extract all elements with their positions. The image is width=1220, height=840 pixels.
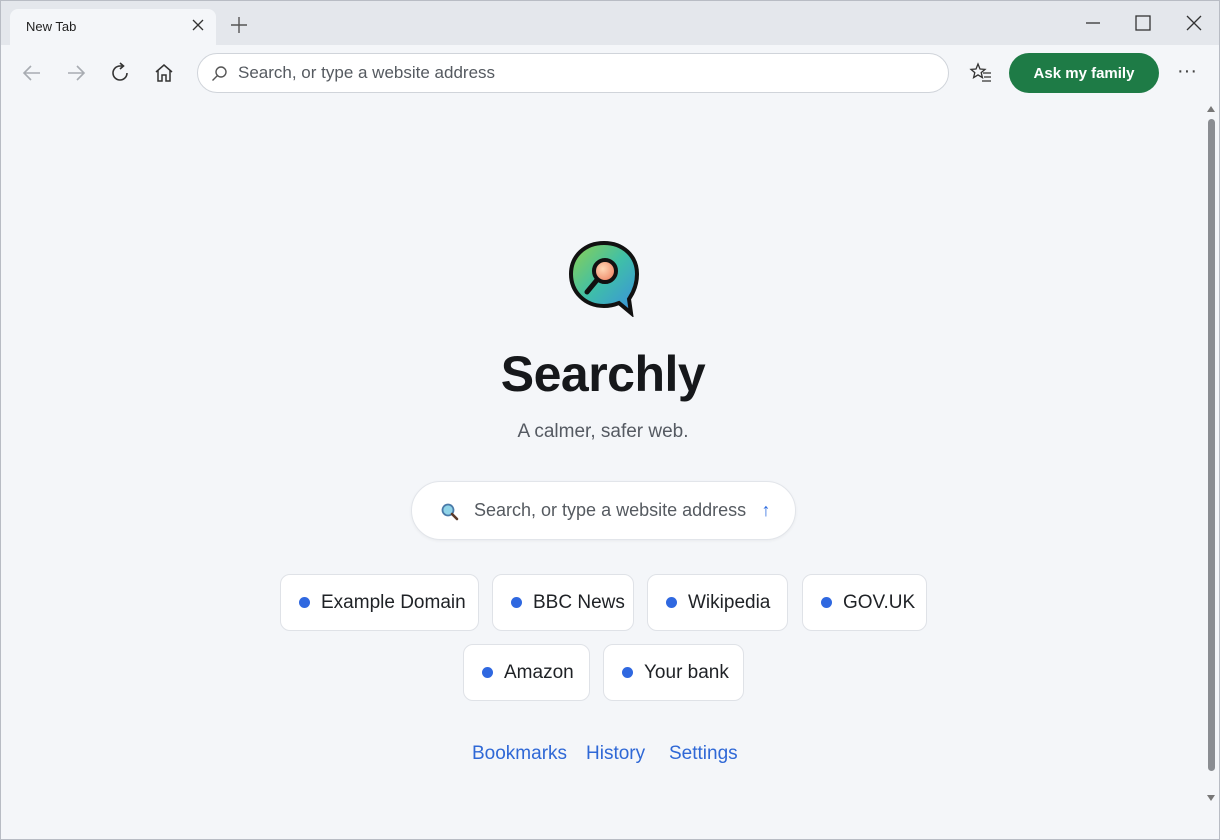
- search-input[interactable]: [474, 482, 756, 539]
- brand-title: Searchly: [500, 346, 706, 402]
- bookmarks-link[interactable]: Bookmarks: [472, 743, 567, 765]
- maximize-icon[interactable]: [1133, 13, 1153, 33]
- shortcut-bbc-news[interactable]: BBC News: [492, 574, 634, 631]
- vertical-scrollbar[interactable]: [1203, 101, 1219, 839]
- reload-icon[interactable]: [108, 61, 132, 85]
- shortcut-label: BBC News: [533, 591, 625, 613]
- settings-link[interactable]: Settings: [669, 743, 738, 765]
- search-submit-button[interactable]: ↑: [758, 499, 774, 521]
- shortcut-amazon[interactable]: Amazon: [463, 644, 590, 701]
- dot-icon: [511, 597, 522, 608]
- scroll-up-icon[interactable]: [1207, 105, 1215, 113]
- shortcut-gov-uk[interactable]: GOV.UK: [802, 574, 927, 631]
- dot-icon: [482, 667, 493, 678]
- tab-strip: New Tab: [1, 1, 1219, 45]
- minimize-icon[interactable]: [1083, 13, 1103, 33]
- scrollbar-thumb[interactable]: [1208, 119, 1215, 771]
- shortcut-your-bank[interactable]: Your bank: [603, 644, 744, 701]
- search-icon: [212, 66, 227, 81]
- shortcut-label: Your bank: [644, 661, 729, 683]
- address-bar[interactable]: [197, 53, 949, 93]
- arrow-left-icon[interactable]: [20, 61, 44, 85]
- toolbar: Ask my family ···: [1, 45, 1219, 101]
- shortcut-label: Wikipedia: [688, 591, 771, 613]
- dot-icon: [622, 667, 633, 678]
- history-link[interactable]: History: [586, 743, 645, 765]
- new-tab-page: Searchly A calmer, safer web. ↑ Example …: [1, 101, 1205, 839]
- shortcut-label: GOV.UK: [843, 591, 916, 613]
- home-icon[interactable]: [152, 61, 176, 85]
- plus-icon[interactable]: [229, 15, 249, 35]
- main-search-box[interactable]: ↑: [411, 481, 796, 540]
- more-menu-button[interactable]: ···: [1173, 59, 1201, 87]
- tab-new-tab[interactable]: New Tab: [10, 9, 216, 45]
- searchly-logo-icon: [568, 240, 640, 317]
- dot-icon: [299, 597, 310, 608]
- magnifier-icon: [441, 503, 459, 521]
- address-input[interactable]: [238, 54, 938, 92]
- ask-my-family-button[interactable]: Ask my family: [1009, 53, 1159, 93]
- shortcut-label: Amazon: [504, 661, 574, 683]
- favorites-icon[interactable]: [969, 61, 993, 85]
- dot-icon: [821, 597, 832, 608]
- shortcut-label: Example Domain: [321, 591, 466, 613]
- tagline: A calmer, safer web.: [517, 421, 689, 442]
- browser-window: New Tab Search, or type a website addres…: [0, 0, 1220, 840]
- shortcut-wikipedia[interactable]: Wikipedia: [647, 574, 788, 631]
- dot-icon: [666, 597, 677, 608]
- arrow-right-icon[interactable]: [64, 61, 88, 85]
- tab-title: New Tab: [26, 19, 77, 34]
- scroll-down-icon[interactable]: [1207, 794, 1215, 802]
- close-icon[interactable]: [190, 17, 206, 33]
- window-close-icon[interactable]: [1184, 13, 1204, 33]
- shortcut-example-domain[interactable]: Example Domain: [280, 574, 479, 631]
